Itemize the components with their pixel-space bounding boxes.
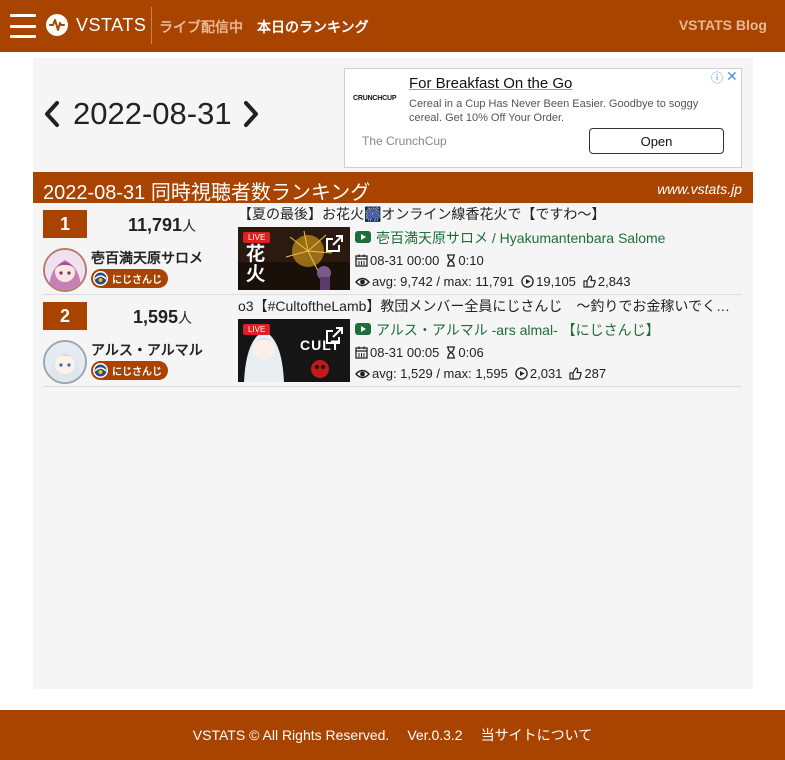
channel-name[interactable]: 壱百満天原サロメ — [91, 248, 203, 268]
ad-title[interactable]: For Breakfast On the Go — [409, 75, 572, 92]
nav-link-blog[interactable]: VSTATS Blog — [679, 17, 767, 33]
calendar-icon — [355, 346, 368, 359]
play-count: 2,031 — [529, 366, 563, 381]
channel-name[interactable]: アルス・アルマル — [91, 340, 203, 360]
eye-icon — [355, 368, 370, 380]
stream-title[interactable]: o3【#CultoftheLamb】教団メンバー全員にじさんじ ～釣りでお金稼い… — [238, 296, 742, 316]
youtube-channel-link[interactable]: アルス・アルマル -ars almal- 【にじさんじ】 — [355, 320, 660, 340]
duration: 0:06 — [458, 345, 484, 360]
live-tag: LIVE — [243, 324, 271, 335]
time-info: 08-31 00:05 0:06 — [355, 345, 484, 360]
external-link-icon[interactable] — [324, 326, 344, 351]
footer-version: Ver.0.3.2 — [407, 727, 463, 743]
ad-description: Cereal in a Cup Has Never Been Easier. G… — [409, 98, 699, 124]
thumbs-up-icon — [583, 275, 596, 288]
viewer-count-value: 1,595 — [133, 307, 179, 327]
navbar: VSTATS ライブ配信中 本日のランキング VSTATS Blog — [0, 0, 785, 52]
thumbs-up-icon — [569, 367, 583, 380]
next-date-icon[interactable] — [240, 98, 262, 130]
nijisanji-logo-icon — [93, 363, 108, 378]
viewer-count-value: 11,791 — [128, 215, 183, 235]
ranking-header: 2022-08-31 同時視聴者数ランキング www.vstats.jp — [33, 172, 753, 204]
play-count: 19,105 — [536, 274, 576, 289]
hourglass-icon — [446, 254, 456, 267]
start-time: 08-31 00:00 — [370, 253, 440, 268]
ad-logo: CRUNCHCUP — [353, 95, 397, 102]
ranking-title: 2022-08-31 同時視聴者数ランキング — [43, 182, 371, 204]
main-content: 2022-08-31 CRUNCHCUP For Breakfast On th… — [33, 58, 753, 689]
ranking-row: 1 11,791人 壱百満天原サロメ にじさんじ 【夏の最後】お花火🎆オンライン… — [43, 203, 742, 295]
play-circle-icon — [515, 367, 528, 380]
viewer-count-unit: 人 — [178, 310, 193, 326]
ad-advertiser[interactable]: The CrunchCup — [362, 134, 447, 148]
stream-title[interactable]: 【夏の最後】お花火🎆オンライン線香花火で【ですわ～】 — [238, 204, 742, 224]
youtube-channel-name[interactable]: 壱百満天原サロメ / Hyakumantenbara Salome — [376, 228, 665, 248]
viewer-count-unit: 人 — [182, 218, 197, 234]
ad-open-button[interactable]: Open — [589, 128, 724, 154]
stream-thumbnail[interactable]: LIVE CULT — [238, 319, 350, 382]
external-link-icon[interactable] — [324, 234, 344, 259]
like-count: 2,843 — [597, 274, 631, 289]
duration: 0:10 — [458, 253, 484, 268]
stats-info: avg: 1,529 / max: 1,595 2,031 287 — [355, 366, 606, 381]
date-navigator: 2022-08-31 — [41, 94, 262, 134]
rank-badge: 2 — [43, 302, 87, 330]
stream-thumbnail[interactable]: LIVE 花火 — [238, 227, 350, 290]
current-date: 2022-08-31 — [73, 96, 232, 131]
youtube-icon — [355, 322, 371, 338]
site-url: www.vstats.jp — [657, 181, 742, 197]
youtube-channel-link[interactable]: 壱百満天原サロメ / Hyakumantenbara Salome — [355, 228, 665, 248]
group-name: にじさんじ — [112, 367, 162, 378]
youtube-channel-name[interactable]: アルス・アルマル -ars almal- 【にじさんじ】 — [376, 320, 660, 340]
eye-icon — [355, 276, 370, 288]
nav-link-ranking[interactable]: 本日のランキング — [257, 17, 369, 37]
nav-divider — [151, 7, 152, 44]
footer-about-link[interactable]: 当サイトについて — [481, 725, 593, 745]
nijisanji-logo-icon — [93, 271, 108, 286]
start-time: 08-31 00:05 — [370, 345, 440, 360]
ad-close-icon[interactable]: ✕ — [726, 68, 738, 85]
ad-info-icon[interactable]: ⓘ — [711, 69, 723, 86]
hourglass-icon — [446, 346, 456, 359]
avatar[interactable] — [43, 340, 87, 384]
play-circle-icon — [521, 275, 534, 288]
stats-info: avg: 9,742 / max: 11,791 19,105 2,843 — [355, 274, 630, 289]
group-badge[interactable]: にじさんじ — [91, 361, 168, 380]
footer-copyright: VSTATS © All Rights Reserved. — [192, 727, 390, 743]
footer: VSTATS © All Rights Reserved. Ver.0.3.2 … — [0, 710, 785, 760]
viewer-stats: avg: 9,742 / max: 11,791 — [372, 274, 515, 289]
rank-badge: 1 — [43, 210, 87, 238]
brand-name[interactable]: VSTATS — [76, 15, 146, 36]
viewer-stats: avg: 1,529 / max: 1,595 — [372, 366, 508, 381]
viewer-count: 11,791人 — [128, 215, 196, 236]
avatar[interactable] — [43, 248, 87, 292]
group-badge[interactable]: にじさんじ — [91, 269, 168, 288]
like-count: 287 — [584, 366, 607, 381]
viewer-count: 1,595人 — [133, 307, 192, 328]
menu-icon[interactable] — [10, 13, 36, 39]
prev-date-icon[interactable] — [41, 98, 63, 130]
youtube-icon — [355, 230, 371, 246]
pulse-logo-icon[interactable] — [46, 14, 68, 36]
live-tag: LIVE — [243, 232, 271, 243]
thumbnail-caption: 花火 — [246, 244, 266, 285]
time-info: 08-31 00:00 0:10 — [355, 253, 484, 268]
advertisement[interactable]: CRUNCHCUP For Breakfast On the Go Cereal… — [344, 68, 742, 168]
ranking-row: 2 1,595人 アルス・アルマル にじさんじ o3【#CultoftheLam… — [43, 295, 742, 387]
nav-link-live[interactable]: ライブ配信中 — [159, 17, 243, 37]
group-name: にじさんじ — [112, 275, 162, 286]
calendar-icon — [355, 254, 368, 267]
